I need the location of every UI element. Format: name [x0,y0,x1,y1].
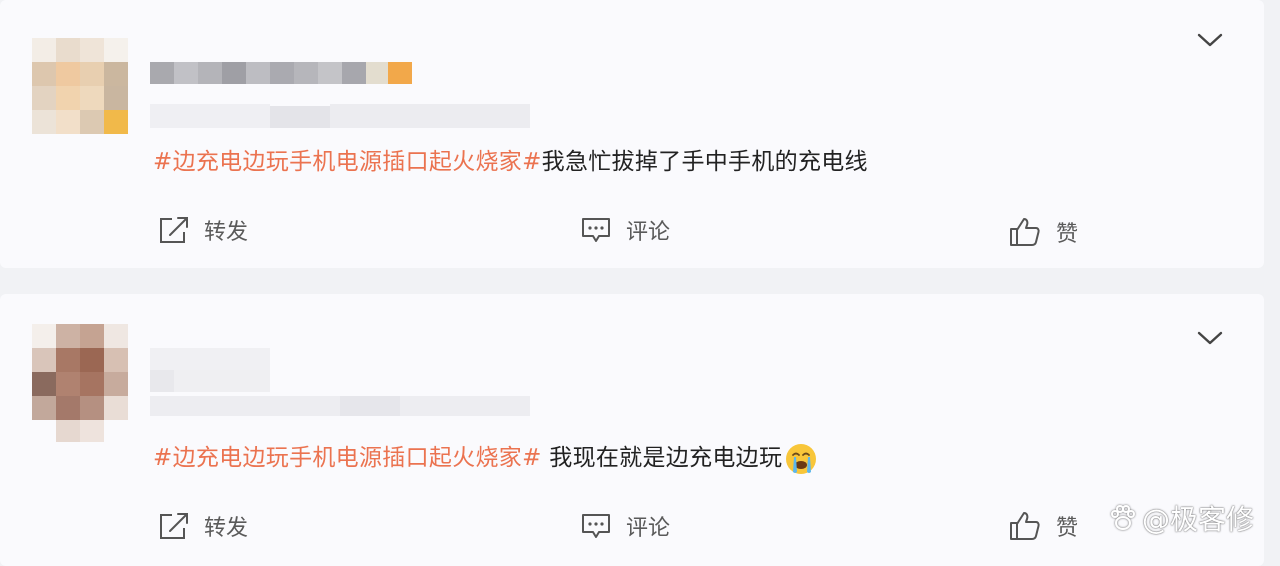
username[interactable] [150,62,412,88]
hashtag-link[interactable]: #边充电边玩手机电源插口起火烧家# [153,445,542,471]
hashtag-link[interactable]: #边充电边玩手机电源插口起火烧家# [153,149,542,175]
comment-icon [582,218,610,242]
repost-label: 转发 [204,516,249,541]
chevron-down-icon[interactable] [1196,30,1224,50]
post-card: #边充电边玩手机电源插口起火烧家#我急忙拔掉了手中手机的充电线 转发 评论 赞 [0,0,1264,268]
like-label: 赞 [1056,516,1079,541]
post-body: 我急忙拔掉了手中手机的充电线 [541,149,868,175]
chevron-down-icon[interactable] [1196,328,1224,348]
post-meta [150,104,530,132]
paw-icon [1110,505,1135,530]
thumbs-up-icon [1010,512,1040,540]
comment-label: 评论 [626,220,671,245]
repost-button[interactable]: 转发 [158,214,248,246]
comment-icon [582,514,610,538]
avatar[interactable] [32,38,128,134]
like-label: 赞 [1056,222,1079,247]
post-text: #边充电边玩手机电源插口起火烧家# 我现在就是边充电边玩 [153,438,818,476]
post-card: #边充电边玩手机电源插口起火烧家# 我现在就是边充电边玩 转发 评论 赞 [0,294,1264,566]
post-meta [150,396,530,420]
avatar[interactable] [32,324,128,442]
crying-face-emoji [786,443,817,474]
comment-button[interactable]: 评论 [580,510,670,542]
post-body: 我现在就是边充电边玩 [541,445,783,471]
comment-label: 评论 [626,516,671,541]
post-text: #边充电边玩手机电源插口起火烧家#我急忙拔掉了手中手机的充电线 [153,142,868,176]
like-button[interactable]: 赞 [1008,216,1078,248]
watermark: @极客修 [1108,498,1254,538]
thumbs-up-icon [1010,218,1040,246]
repost-label: 转发 [204,220,249,245]
comment-button[interactable]: 评论 [580,214,670,246]
share-icon [160,513,188,539]
username[interactable] [150,348,270,396]
share-icon [160,217,188,243]
watermark-text: @极客修 [1141,503,1254,536]
repost-button[interactable]: 转发 [158,510,248,542]
like-button[interactable]: 赞 [1008,510,1078,542]
